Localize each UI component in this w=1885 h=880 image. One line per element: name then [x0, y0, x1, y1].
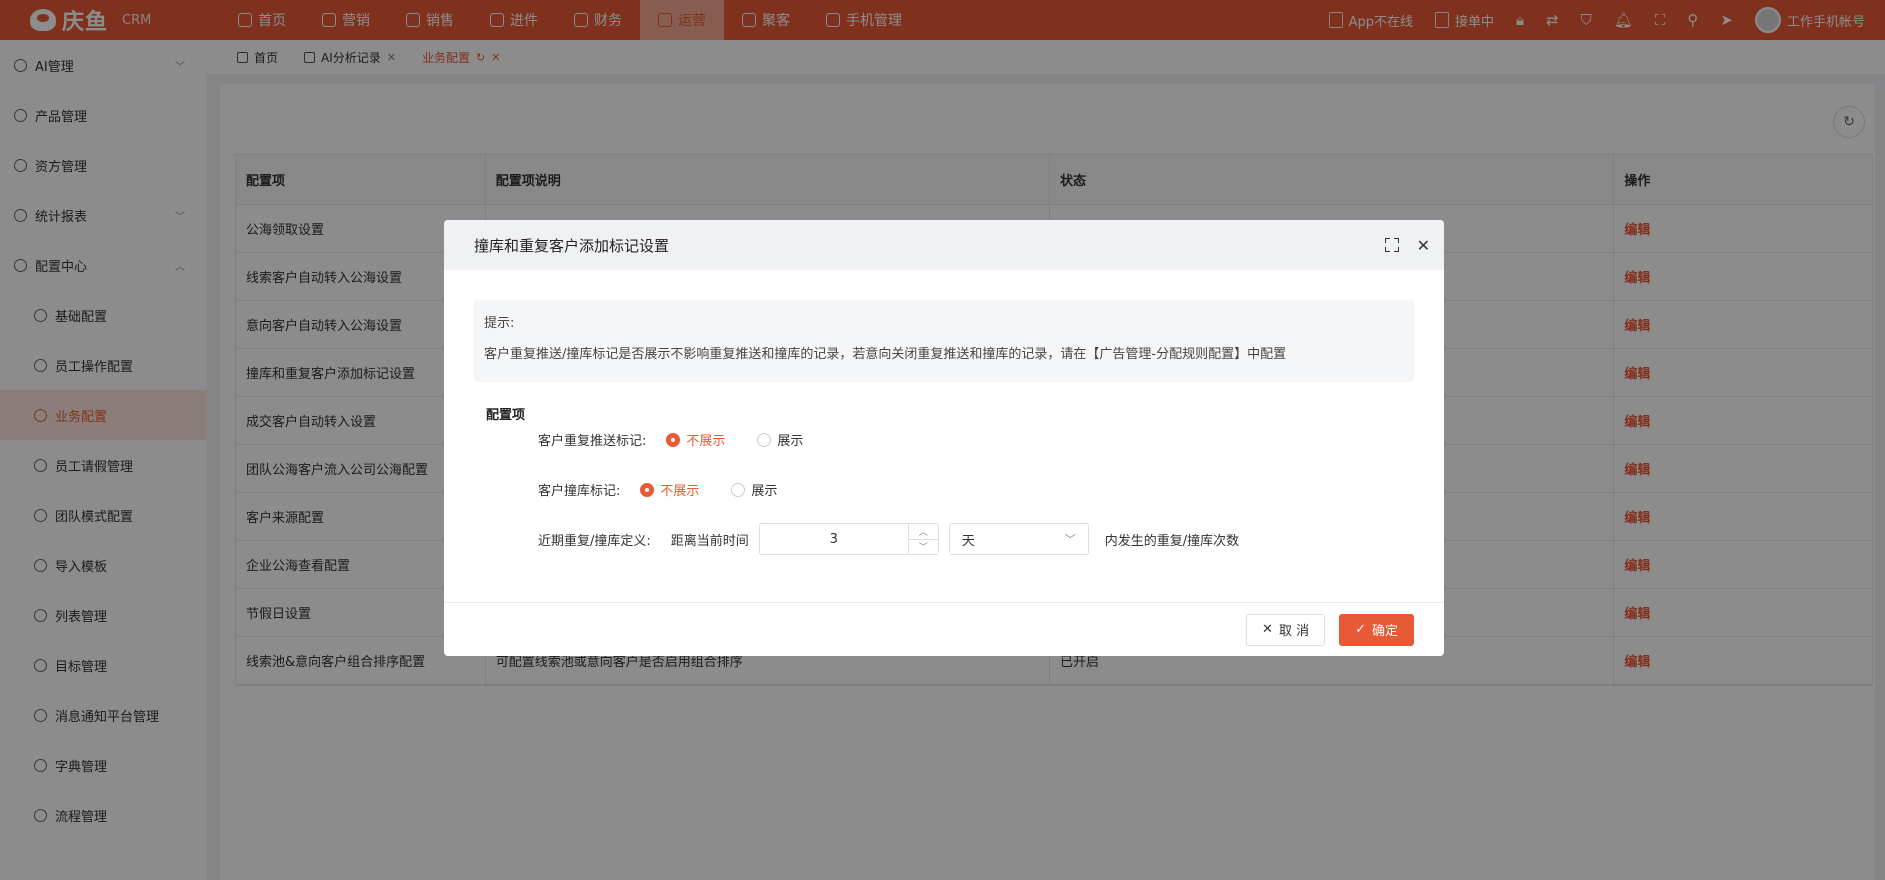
chevron-down-icon: ﹀ [1064, 533, 1076, 546]
radio-checked-icon [666, 432, 681, 447]
recent-definition-label: 近期重复/撞库定义: [538, 533, 651, 549]
dialog-footer: ✕ 取 消 ✓ 确定 [444, 602, 1444, 656]
radio-checked-icon [640, 482, 655, 497]
repeat-push-label: 客户重复推送标记: [538, 434, 647, 449]
maximize-icon[interactable] [1384, 238, 1399, 252]
hit-mark-label: 客户撞库标记: [538, 484, 621, 499]
dialog-title: 撞库和重复客户添加标记设置 [474, 236, 670, 255]
distance-number-input[interactable]: 3 ︿ ﹀ [758, 523, 939, 555]
repeat-push-row: 客户重复推送标记: 不展示 展示 [538, 430, 803, 449]
dialog-header: 撞库和重复客户添加标记设置 ✕ [444, 220, 1444, 270]
time-unit-select[interactable]: 天 ﹀ [948, 523, 1089, 555]
tip-box: 提示: 客户重复推送/撞库标记是否展示不影响重复推送和撞库的记录，若意向关闭重复… [474, 300, 1414, 382]
tip-title: 提示: [484, 316, 515, 331]
distance-value: 3 [829, 531, 838, 547]
radio-unchecked-icon [757, 432, 772, 447]
suffix-text: 内发生的重复/撞库次数 [1104, 533, 1240, 549]
close-icon: ✕ [1262, 622, 1273, 637]
decrement-icon[interactable]: ﹀ [909, 540, 938, 555]
tip-text: 客户重复推送/撞库标记是否展示不影响重复推送和撞库的记录，若意向关闭重复推送和撞… [484, 347, 1287, 362]
time-unit-value: 天 [961, 533, 975, 549]
section-title: 配置项 [486, 408, 526, 423]
radio-unchecked-icon [731, 482, 746, 497]
hit-show-radio[interactable]: 展示 [731, 480, 777, 499]
recent-definition-row: 近期重复/撞库定义: 距离当前时间 3 ︿ ﹀ 天 ﹀ 内发生的重复/撞库次数 [538, 523, 1239, 555]
close-icon[interactable]: ✕ [1417, 236, 1430, 255]
repeat-push-show-radio[interactable]: 展示 [757, 430, 803, 449]
hit-mark-row: 客户撞库标记: 不展示 展示 [538, 480, 777, 499]
hit-hide-radio[interactable]: 不展示 [640, 480, 699, 499]
check-icon: ✓ [1355, 622, 1366, 637]
distance-label: 距离当前时间 [670, 533, 749, 549]
cancel-button[interactable]: ✕ 取 消 [1246, 613, 1326, 646]
mark-settings-dialog: 撞库和重复客户添加标记设置 ✕ 提示: 客户重复推送/撞库标记是否展示不影响重复… [444, 220, 1444, 656]
confirm-button[interactable]: ✓ 确定 [1339, 613, 1414, 646]
increment-icon[interactable]: ︿ [908, 524, 938, 540]
repeat-push-hide-radio[interactable]: 不展示 [666, 430, 725, 449]
